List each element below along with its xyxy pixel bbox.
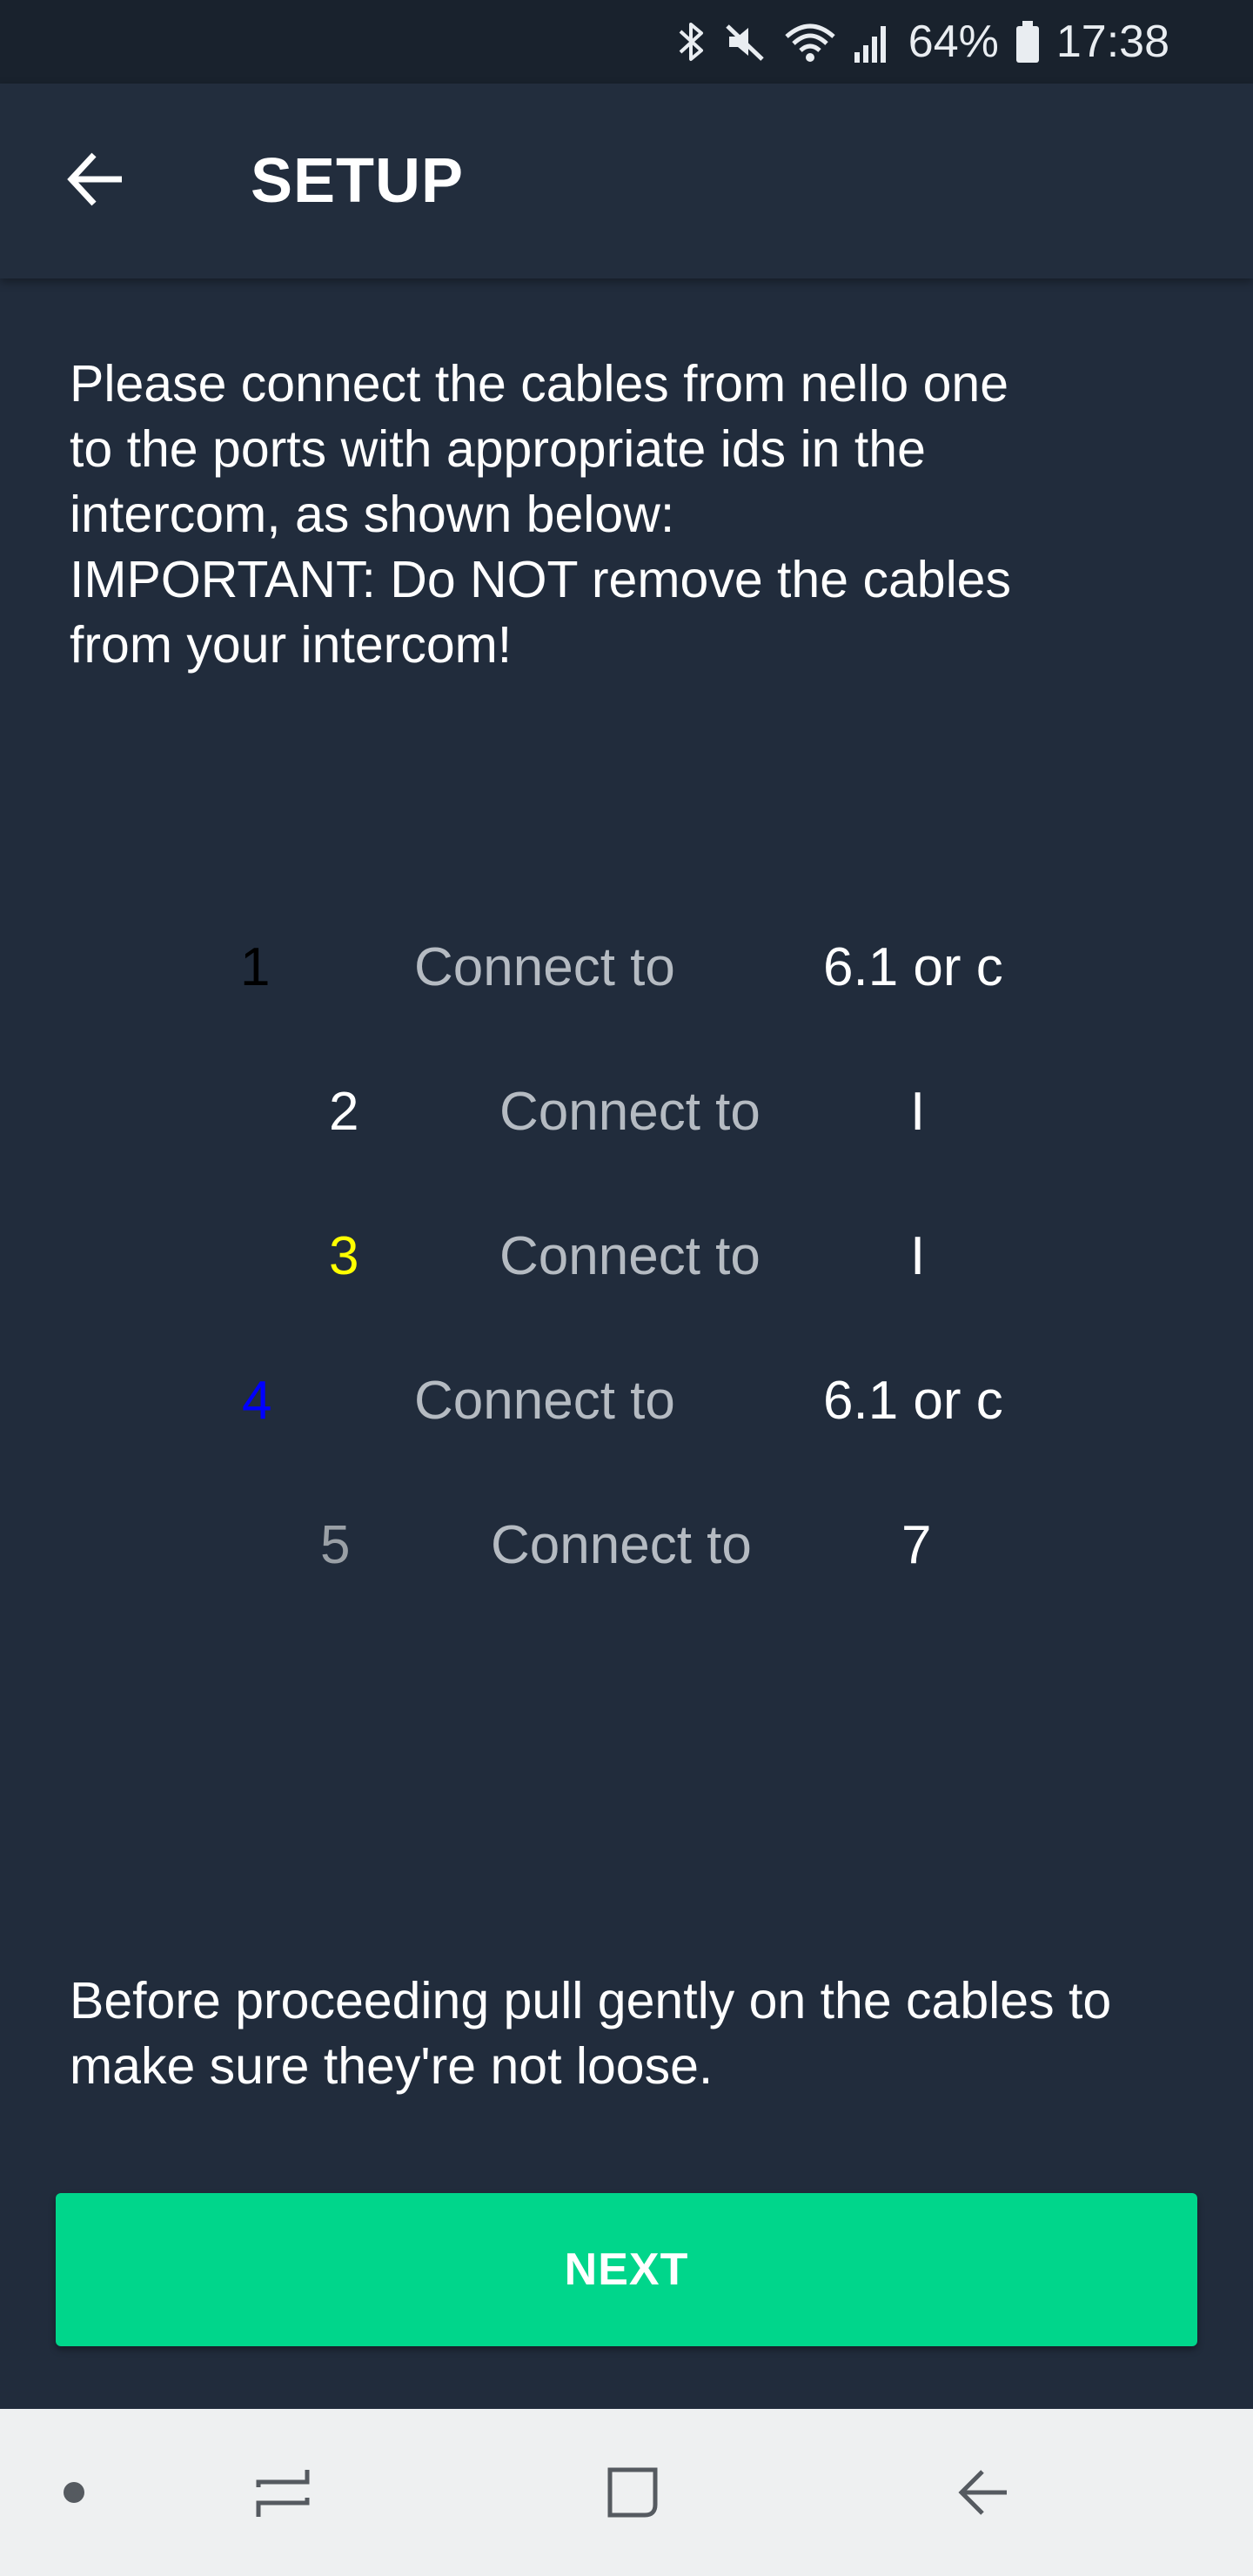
connection-target: I bbox=[910, 1226, 926, 1286]
arrow-left-icon bbox=[64, 148, 127, 215]
connection-row: 5 Connect to 7 bbox=[0, 1511, 1253, 1580]
connection-label: Connect to bbox=[414, 1371, 675, 1431]
connection-target: I bbox=[910, 1082, 926, 1142]
bluetooth-icon bbox=[677, 19, 707, 64]
connection-id: 4 bbox=[242, 1371, 272, 1431]
connection-row: 2 Connect to I bbox=[0, 1077, 1253, 1147]
battery-icon bbox=[1015, 19, 1041, 64]
dot-icon[interactable] bbox=[44, 2409, 104, 2576]
connection-row: 3 Connect to I bbox=[0, 1222, 1253, 1291]
next-button[interactable]: NEXT bbox=[56, 2193, 1197, 2346]
connection-id: 5 bbox=[320, 1515, 351, 1575]
connection-target: 6.1 or c bbox=[823, 937, 1003, 997]
home-icon[interactable] bbox=[585, 2409, 680, 2576]
connection-target: 6.1 or c bbox=[823, 1371, 1003, 1431]
connection-row: 1 Connect to 6.1 or c bbox=[0, 933, 1253, 1003]
connection-id: 3 bbox=[329, 1226, 359, 1286]
connection-target: 7 bbox=[901, 1515, 932, 1575]
status-icons: 64% 17:38 bbox=[677, 0, 1169, 84]
clock: 17:38 bbox=[1055, 17, 1169, 67]
mute-icon bbox=[722, 19, 767, 64]
cable-check-note: Before proceeding pull gently on the cab… bbox=[70, 1972, 1112, 2095]
recents-icon[interactable] bbox=[235, 2409, 331, 2576]
connection-id: 1 bbox=[240, 937, 271, 997]
connection-row: 4 Connect to 6.1 or c bbox=[0, 1366, 1253, 1436]
back-icon[interactable] bbox=[936, 2409, 1032, 2576]
app-bar: SETUP bbox=[0, 84, 1253, 278]
connection-id: 2 bbox=[329, 1082, 359, 1142]
signal-icon bbox=[853, 19, 893, 64]
battery-percent: 64% bbox=[908, 17, 999, 67]
connection-label: Connect to bbox=[491, 1515, 752, 1575]
page-title: SETUP bbox=[251, 146, 465, 216]
wifi-icon bbox=[783, 19, 837, 64]
back-button[interactable] bbox=[52, 138, 139, 225]
system-nav-bar bbox=[0, 2409, 1253, 2576]
connection-label: Connect to bbox=[499, 1226, 761, 1286]
connection-label: Connect to bbox=[414, 937, 675, 997]
status-bar: 64% 17:38 bbox=[0, 0, 1253, 84]
instructions-text: Please connect the cables from nello one… bbox=[70, 355, 1011, 674]
connection-label: Connect to bbox=[499, 1082, 761, 1142]
